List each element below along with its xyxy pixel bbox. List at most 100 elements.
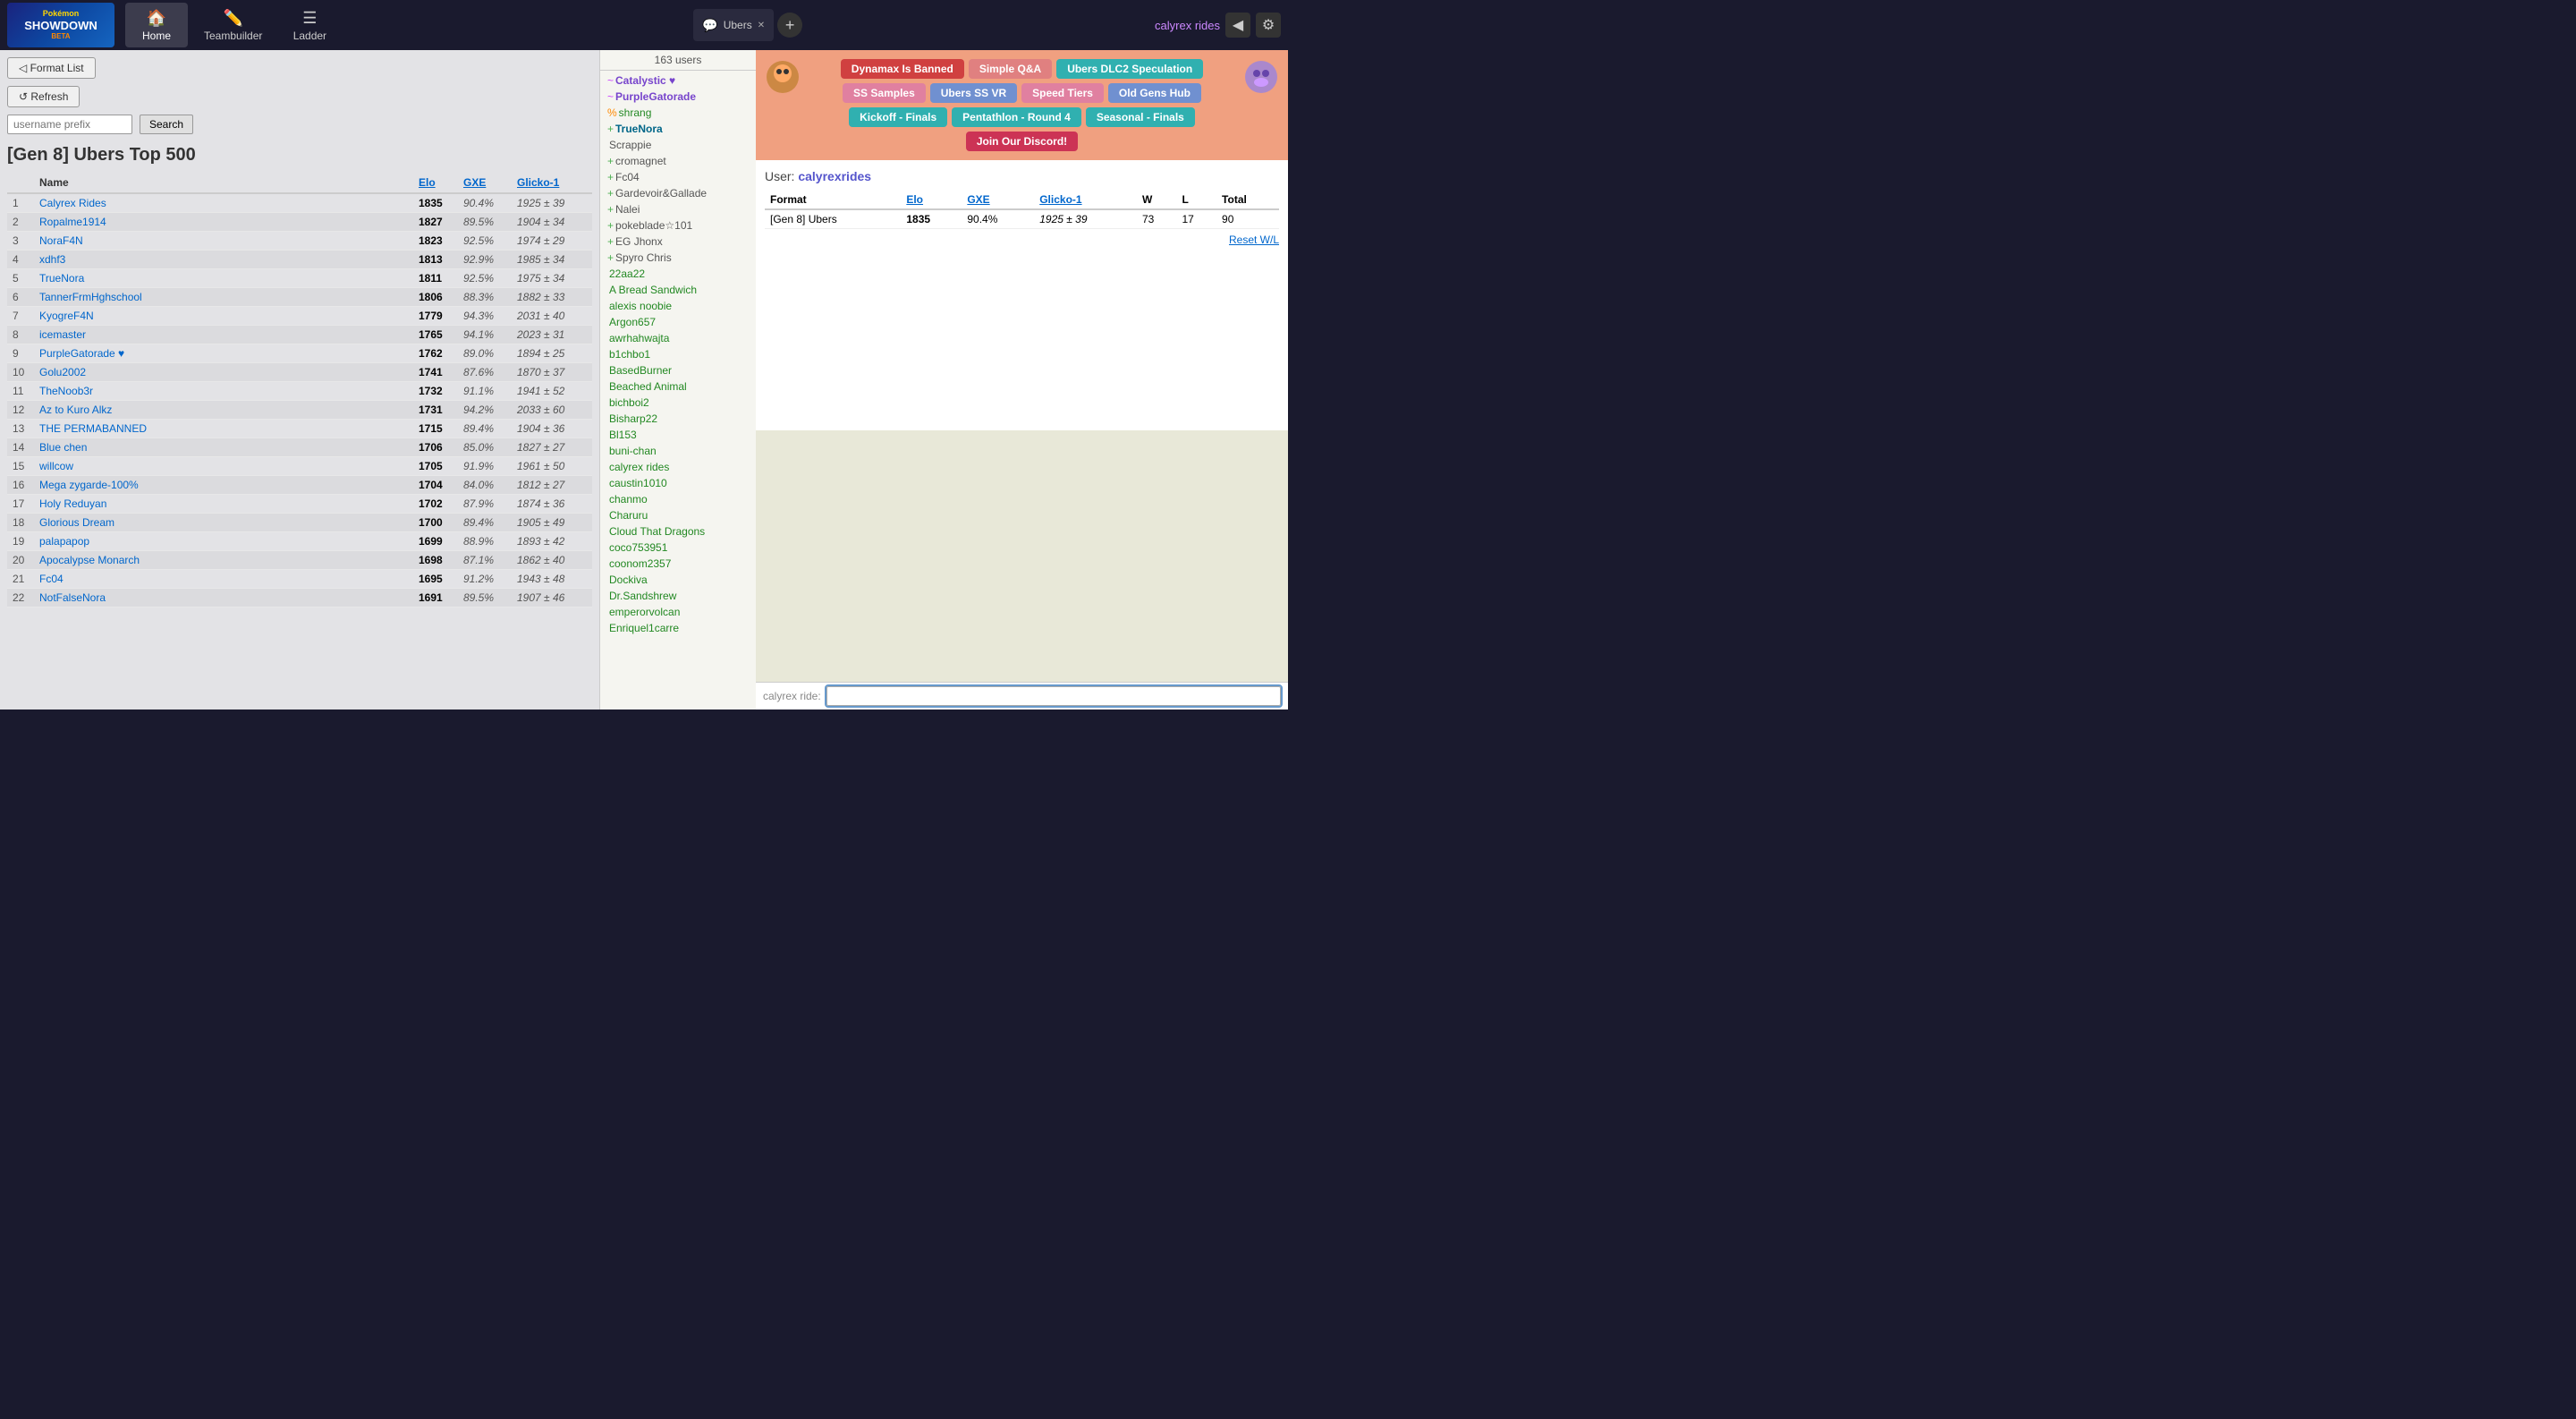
chat-tab-ubers[interactable]: 💬 Ubers ✕ — [693, 9, 774, 41]
user-list-item[interactable]: bichboi2 — [600, 395, 756, 411]
user-list-item[interactable]: +Spyro Chris — [600, 250, 756, 266]
name-cell[interactable]: PurpleGatorade ♥ — [34, 344, 413, 363]
name-cell[interactable]: xdhf3 — [34, 251, 413, 269]
user-list-item[interactable]: Argon657 — [600, 314, 756, 330]
topic-button[interactable]: Seasonal - Finals — [1086, 107, 1195, 127]
topic-button[interactable]: Speed Tiers — [1021, 83, 1104, 103]
user-list-item[interactable]: b1chbo1 — [600, 346, 756, 362]
elo-cell: 1813 — [413, 251, 458, 269]
name-cell[interactable]: Blue chen — [34, 438, 413, 457]
prev-button[interactable]: ◀ — [1225, 13, 1250, 38]
name-cell[interactable]: Fc04 — [34, 570, 413, 589]
format-list-button[interactable]: ◁ Format List — [7, 57, 96, 79]
user-list-item[interactable]: +Nalei — [600, 201, 756, 217]
name-cell[interactable]: Glorious Dream — [34, 514, 413, 532]
user-list-item[interactable]: buni-chan — [600, 443, 756, 459]
user-name: chanmo — [609, 493, 648, 506]
stats-col-gxe[interactable]: GXE — [962, 191, 1034, 209]
user-list-item[interactable]: +Gardevoir&Gallade — [600, 185, 756, 201]
user-list-item[interactable]: Bisharp22 — [600, 411, 756, 427]
name-cell[interactable]: KyogreF4N — [34, 307, 413, 326]
topic-button[interactable]: Simple Q&A — [969, 59, 1052, 79]
topic-button[interactable]: Kickoff - Finals — [849, 107, 947, 127]
user-list-item[interactable]: chanmo — [600, 491, 756, 507]
name-cell[interactable]: Ropalme1914 — [34, 213, 413, 232]
user-list-item[interactable]: awrhahwajta — [600, 330, 756, 346]
name-cell[interactable]: NoraF4N — [34, 232, 413, 251]
settings-button[interactable]: ⚙ — [1256, 13, 1281, 38]
topic-button[interactable]: Old Gens Hub — [1108, 83, 1201, 103]
gxe-cell: 88.9% — [458, 532, 512, 551]
name-cell[interactable]: palapapop — [34, 532, 413, 551]
ladder-table: Name Elo GXE Glicko-1 1 Calyrex Rides 18… — [7, 173, 592, 608]
user-list-item[interactable]: caustin1010 — [600, 475, 756, 491]
user-list-item[interactable]: coonom2357 — [600, 556, 756, 572]
user-list-item[interactable]: alexis noobie — [600, 298, 756, 314]
tab-home[interactable]: 🏠 Home — [125, 3, 188, 47]
stats-col-format: Format — [765, 191, 901, 209]
user-name: TrueNora — [615, 123, 663, 135]
user-list-item[interactable]: BasedBurner — [600, 362, 756, 378]
glicko-cell: 1894 ± 25 — [512, 344, 592, 363]
user-list-item[interactable]: +TrueNora — [600, 121, 756, 137]
user-list-item[interactable]: Enriquel1carre — [600, 620, 756, 636]
col-elo[interactable]: Elo — [413, 173, 458, 193]
name-cell[interactable]: Mega zygarde-100% — [34, 476, 413, 495]
chat-tab-close[interactable]: ✕ — [758, 21, 765, 30]
user-list-item[interactable]: Cloud That Dragons — [600, 523, 756, 540]
user-list-item[interactable]: Dockiva — [600, 572, 756, 588]
user-list-item[interactable]: Scrappie — [600, 137, 756, 153]
col-glicko[interactable]: Glicko-1 — [512, 173, 592, 193]
search-button[interactable]: Search — [140, 115, 193, 134]
topic-button[interactable]: Ubers DLC2 Speculation — [1056, 59, 1203, 79]
col-gxe[interactable]: GXE — [458, 173, 512, 193]
user-list-item[interactable]: calyrex rides — [600, 459, 756, 475]
add-tab-button[interactable]: + — [777, 13, 802, 38]
topic-button[interactable]: Dynamax Is Banned — [841, 59, 964, 79]
user-list-item[interactable]: +pokeblade☆101 — [600, 217, 756, 234]
name-cell[interactable]: NotFalseNora — [34, 589, 413, 608]
user-name: Argon657 — [609, 316, 656, 328]
user-list-item[interactable]: coco753951 — [600, 540, 756, 556]
user-list-item[interactable]: +Fc04 — [600, 169, 756, 185]
user-list-item[interactable]: Dr.Sandshrew — [600, 588, 756, 604]
user-name: Nalei — [615, 203, 640, 216]
user-list-item[interactable]: ~PurpleGatorade — [600, 89, 756, 105]
elo-cell: 1702 — [413, 495, 458, 514]
logo[interactable]: Pokémon SHOWDOWN BETA — [7, 3, 114, 47]
name-cell[interactable]: icemaster — [34, 326, 413, 344]
topic-button[interactable]: Pentathlon - Round 4 — [952, 107, 1081, 127]
user-list-item[interactable]: ~Catalystic ♥ — [600, 72, 756, 89]
topic-button[interactable]: SS Samples — [843, 83, 926, 103]
reset-wl-link[interactable]: Reset W/L — [1229, 234, 1279, 246]
search-input[interactable] — [7, 115, 132, 134]
name-cell[interactable]: Holy Reduyan — [34, 495, 413, 514]
refresh-button[interactable]: ↺ Refresh — [7, 86, 80, 107]
user-list-item[interactable]: A Bread Sandwich — [600, 282, 756, 298]
name-cell[interactable]: TrueNora — [34, 269, 413, 288]
user-list-item[interactable]: +EG Jhonx — [600, 234, 756, 250]
user-list-item[interactable]: Beached Animal — [600, 378, 756, 395]
username-display[interactable]: calyrex rides — [1155, 19, 1220, 32]
chat-text-input[interactable] — [826, 686, 1281, 706]
stats-col-elo[interactable]: Elo — [901, 191, 962, 209]
name-cell[interactable]: Apocalypse Monarch — [34, 551, 413, 570]
stats-col-glicko[interactable]: Glicko-1 — [1034, 191, 1137, 209]
name-cell[interactable]: Golu2002 — [34, 363, 413, 382]
name-cell[interactable]: Az to Kuro Alkz — [34, 401, 413, 420]
name-cell[interactable]: THE PERMABANNED — [34, 420, 413, 438]
name-cell[interactable]: TannerFrmHghschool — [34, 288, 413, 307]
name-cell[interactable]: willcow — [34, 457, 413, 476]
topic-button[interactable]: Join Our Discord! — [966, 132, 1078, 151]
user-list-item[interactable]: Charuru — [600, 507, 756, 523]
tab-teambuilder[interactable]: ✏️ Teambuilder — [190, 3, 276, 47]
name-cell[interactable]: TheNoob3r — [34, 382, 413, 401]
user-list-item[interactable]: emperorvolcan — [600, 604, 756, 620]
user-list-item[interactable]: Bl153 — [600, 427, 756, 443]
user-list-item[interactable]: 22aa22 — [600, 266, 756, 282]
name-cell[interactable]: Calyrex Rides — [34, 193, 413, 213]
topic-button[interactable]: Ubers SS VR — [930, 83, 1017, 103]
user-list-item[interactable]: %shrang — [600, 105, 756, 121]
user-list-item[interactable]: +cromagnet — [600, 153, 756, 169]
tab-ladder[interactable]: ☰ Ladder — [278, 3, 341, 47]
